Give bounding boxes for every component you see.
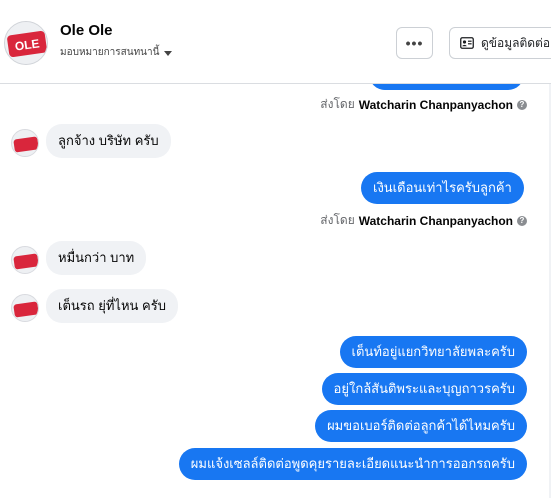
info-icon[interactable]: ? [517,99,527,110]
sent-by-line: ส่งโดย Watcharin Chanpanyachon ? [320,211,527,230]
outgoing-message[interactable]: ผมแจ้งเซลล์ติดต่อพูดคุยรายละเอียดแนะนำกา… [178,448,527,480]
sender-name[interactable]: Watcharin Chanpanyachon [359,214,513,228]
contact-card-icon [460,37,474,49]
conversation-header: OLE Ole Ole มอบหมายการสนทนานี้ ••• ดูข้อ… [0,0,551,84]
more-options-button[interactable]: ••• [396,27,433,59]
chevron-down-icon [164,50,173,56]
more-icon: ••• [405,35,424,51]
incoming-message[interactable]: เต็นรถ ยุ่ที่ไหน ครับ [46,289,178,323]
assign-conversation-dropdown[interactable]: มอบหมายการสนทนานี้ [60,45,173,60]
outgoing-message-partial [369,84,524,90]
contact-avatar-small[interactable] [11,246,39,274]
view-contact-button[interactable]: ดูข้อมูลติดต่อ [449,27,551,59]
sent-by-prefix: ส่งโดย [320,213,355,227]
outgoing-message[interactable]: เต็นท์อยู่แยกวิทยาลัยพละครับ [339,336,527,368]
assign-label: มอบหมายการสนทนานี้ [60,47,160,58]
outgoing-message[interactable]: ผมขอเบอร์ติดต่อลูกค้าได้ไหมครับ [315,410,527,442]
message-thread[interactable]: ส่งโดย Watcharin Chanpanyachon ? ลูกจ้าง… [0,84,551,498]
sender-name[interactable]: Watcharin Chanpanyachon [359,98,513,112]
ole-logo-icon [12,130,38,156]
contact-avatar-small[interactable] [11,129,39,157]
contact-name[interactable]: Ole Ole [60,22,113,39]
outgoing-message[interactable]: เงินเดือนเท่าไรครับลูกค้า [361,172,524,204]
info-icon[interactable]: ? [517,215,527,226]
ole-logo-icon [12,247,38,273]
ole-logo-icon: OLE [5,22,47,64]
outgoing-message[interactable]: อยู่ใกล้สันติพระและบุญถาวรครับ [321,373,527,405]
contact-avatar-small[interactable] [11,294,39,322]
sent-by-prefix: ส่งโดย [320,97,355,111]
contact-avatar[interactable]: OLE [4,21,48,65]
sent-by-line: ส่งโดย Watcharin Chanpanyachon ? [320,95,527,114]
view-contact-label: ดูข้อมูลติดต่อ [481,35,551,50]
incoming-message[interactable]: ลูกจ้าง บริษัท ครับ [46,124,171,158]
ole-logo-icon [12,295,38,321]
incoming-message[interactable]: หมื่นกว่า บาท [46,241,147,275]
